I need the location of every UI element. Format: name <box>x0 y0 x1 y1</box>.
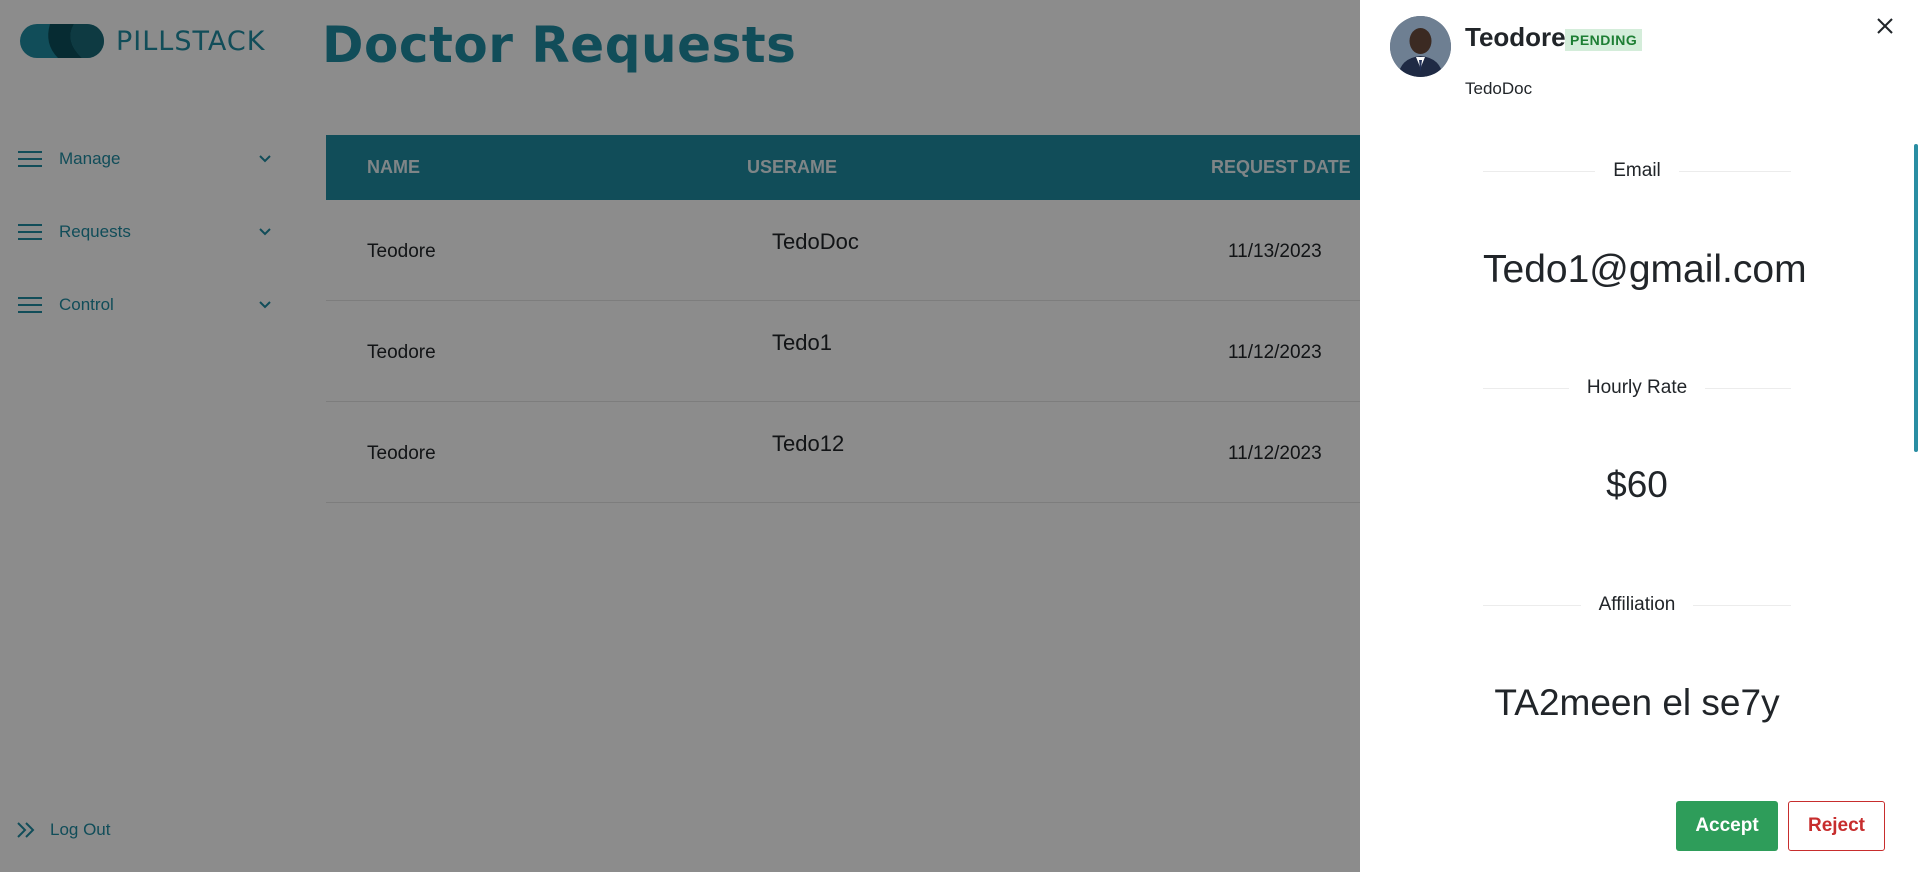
reject-button[interactable]: Reject <box>1788 801 1885 851</box>
modal-backdrop[interactable] <box>0 0 1360 872</box>
email-value: Tedo1@gmail.com <box>1483 248 1807 291</box>
scrollbar[interactable] <box>1912 140 1920 776</box>
hourly-rate-value: $60 <box>1606 464 1668 505</box>
applicant-username: TedoDoc <box>1465 79 1533 98</box>
affiliation-value: TA2meen el se7y <box>1494 682 1780 723</box>
affiliation-label: Affiliation <box>1598 594 1676 615</box>
email-label: Email <box>1613 160 1661 181</box>
email-divider: Email <box>1483 160 1792 182</box>
accept-button[interactable]: Accept <box>1676 801 1778 851</box>
applicant-name: Teodore <box>1465 22 1566 52</box>
close-icon[interactable] <box>1874 15 1896 37</box>
hourly-rate-divider: Hourly Rate <box>1483 377 1792 399</box>
affiliation-divider: Affiliation <box>1483 594 1792 616</box>
hourly-rate-label: Hourly Rate <box>1586 377 1688 398</box>
status-badge: PENDING <box>1565 29 1643 51</box>
request-details-drawer: Teodore PENDING TedoDoc Email Tedo1@gmai… <box>1360 0 1920 872</box>
details-scroll-area[interactable]: Email Tedo1@gmail.com Hourly Rate $60 Af… <box>1360 140 1908 776</box>
avatar <box>1390 16 1451 77</box>
scrollbar-thumb[interactable] <box>1914 144 1918 452</box>
